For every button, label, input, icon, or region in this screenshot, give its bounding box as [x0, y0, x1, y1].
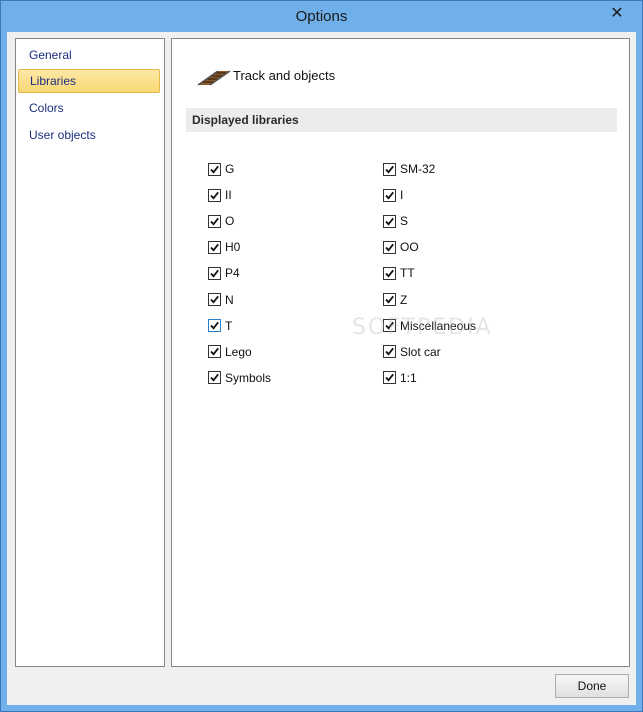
checkmark-icon	[385, 165, 394, 174]
library-checkbox-row[interactable]: H0	[208, 239, 240, 255]
library-checkbox-row[interactable]: SM-32	[383, 161, 435, 177]
library-label: N	[225, 292, 234, 307]
sidebar-item-libraries[interactable]: Libraries	[18, 69, 160, 93]
done-button[interactable]: Done	[555, 674, 629, 698]
library-checkbox[interactable]	[383, 266, 396, 280]
library-checkbox-row[interactable]: T	[208, 318, 232, 334]
library-checkbox[interactable]	[208, 293, 221, 306]
checkmark-icon	[210, 295, 219, 304]
library-checkbox[interactable]	[208, 162, 221, 176]
checkmark-icon	[210, 347, 219, 356]
library-checkbox[interactable]	[383, 214, 396, 228]
category-list: General Libraries Colors User objects	[15, 38, 165, 667]
library-checkbox-row[interactable]: Symbols	[208, 370, 271, 386]
track-icon	[196, 67, 232, 87]
library-label: Slot car	[400, 344, 441, 359]
library-label: SM-32	[400, 162, 436, 176]
library-checkbox-row[interactable]: Z	[383, 292, 407, 308]
panel-title: Track and objects	[233, 68, 336, 83]
library-checkbox-row[interactable]: O	[208, 213, 234, 229]
checkmark-icon	[385, 374, 394, 382]
library-checkbox-row[interactable]: S	[383, 213, 408, 229]
library-label: T	[225, 318, 233, 333]
sidebar-item-general[interactable]: General	[18, 43, 160, 67]
library-checkbox[interactable]	[208, 240, 221, 254]
library-checkbox[interactable]	[208, 214, 221, 228]
checkmark-icon	[385, 347, 394, 356]
checkmark-icon	[385, 269, 394, 278]
library-label: Symbols	[225, 370, 272, 385]
sidebar-item-user-objects[interactable]: User objects	[18, 123, 160, 147]
library-checkbox[interactable]	[208, 345, 221, 359]
title-bar[interactable]: Options ✕	[1, 1, 642, 32]
library-checkbox[interactable]	[383, 162, 396, 176]
library-checkbox[interactable]	[383, 371, 396, 385]
library-checkbox-row[interactable]: G	[208, 161, 234, 177]
library-checkbox[interactable]	[383, 240, 396, 254]
checkmark-icon	[210, 321, 219, 330]
library-label: 1:1	[400, 370, 417, 385]
close-icon: ✕	[610, 5, 624, 22]
checkmark-icon	[385, 191, 394, 200]
library-label: Z	[400, 292, 408, 307]
library-checkbox-row[interactable]: P4	[208, 265, 240, 281]
library-checkbox-row[interactable]: Lego	[208, 344, 252, 360]
library-checkbox-row[interactable]: TT	[383, 265, 415, 281]
library-checkbox-row[interactable]: Slot car	[383, 344, 441, 360]
library-label: OO	[400, 240, 419, 255]
library-checkbox[interactable]	[208, 188, 221, 202]
library-label: II	[225, 188, 232, 203]
checkmark-icon	[210, 243, 219, 252]
library-label: P4	[225, 266, 240, 281]
checkmark-icon	[210, 269, 219, 278]
library-label: O	[225, 214, 235, 229]
checkmark-icon	[210, 191, 219, 200]
library-label: TT	[400, 266, 415, 281]
library-checkbox-row[interactable]: 1:1	[383, 370, 417, 386]
library-checkbox-row[interactable]: N	[208, 292, 234, 308]
library-label: S	[400, 214, 409, 229]
dialog-body: General Libraries Colors User objects Tr…	[7, 32, 636, 705]
library-checkbox[interactable]	[208, 319, 221, 333]
library-checkbox[interactable]	[208, 266, 221, 280]
close-button[interactable]: ✕	[606, 5, 628, 23]
library-label: I	[400, 188, 404, 203]
sidebar-item-colors[interactable]: Colors	[18, 96, 160, 120]
library-checkbox[interactable]	[383, 293, 396, 306]
checkmark-icon	[385, 243, 394, 252]
library-checkbox-row[interactable]: OO	[383, 239, 419, 255]
library-checkbox-row[interactable]: II	[208, 187, 232, 203]
options-window: Options ✕ General Libraries Colors User …	[0, 0, 643, 712]
library-checkbox-row[interactable]: I	[383, 187, 403, 203]
checkmark-icon	[385, 295, 394, 304]
checkmark-icon	[385, 217, 394, 226]
checkmark-icon	[210, 165, 219, 174]
window-title: Options	[295, 8, 348, 25]
library-label: Lego	[225, 344, 252, 359]
checkmark-icon	[210, 217, 219, 226]
library-label: G	[225, 162, 235, 176]
watermark: SOFTPEDIA	[352, 315, 493, 340]
library-checkbox[interactable]	[208, 371, 221, 385]
section-header: Displayed libraries	[186, 108, 617, 132]
library-label: H0	[225, 240, 241, 255]
library-checkbox[interactable]	[383, 345, 396, 359]
checkmark-icon	[210, 374, 219, 382]
libraries-panel: Track and objects Displayed libraries GI…	[171, 38, 630, 667]
library-checkbox[interactable]	[383, 188, 396, 202]
